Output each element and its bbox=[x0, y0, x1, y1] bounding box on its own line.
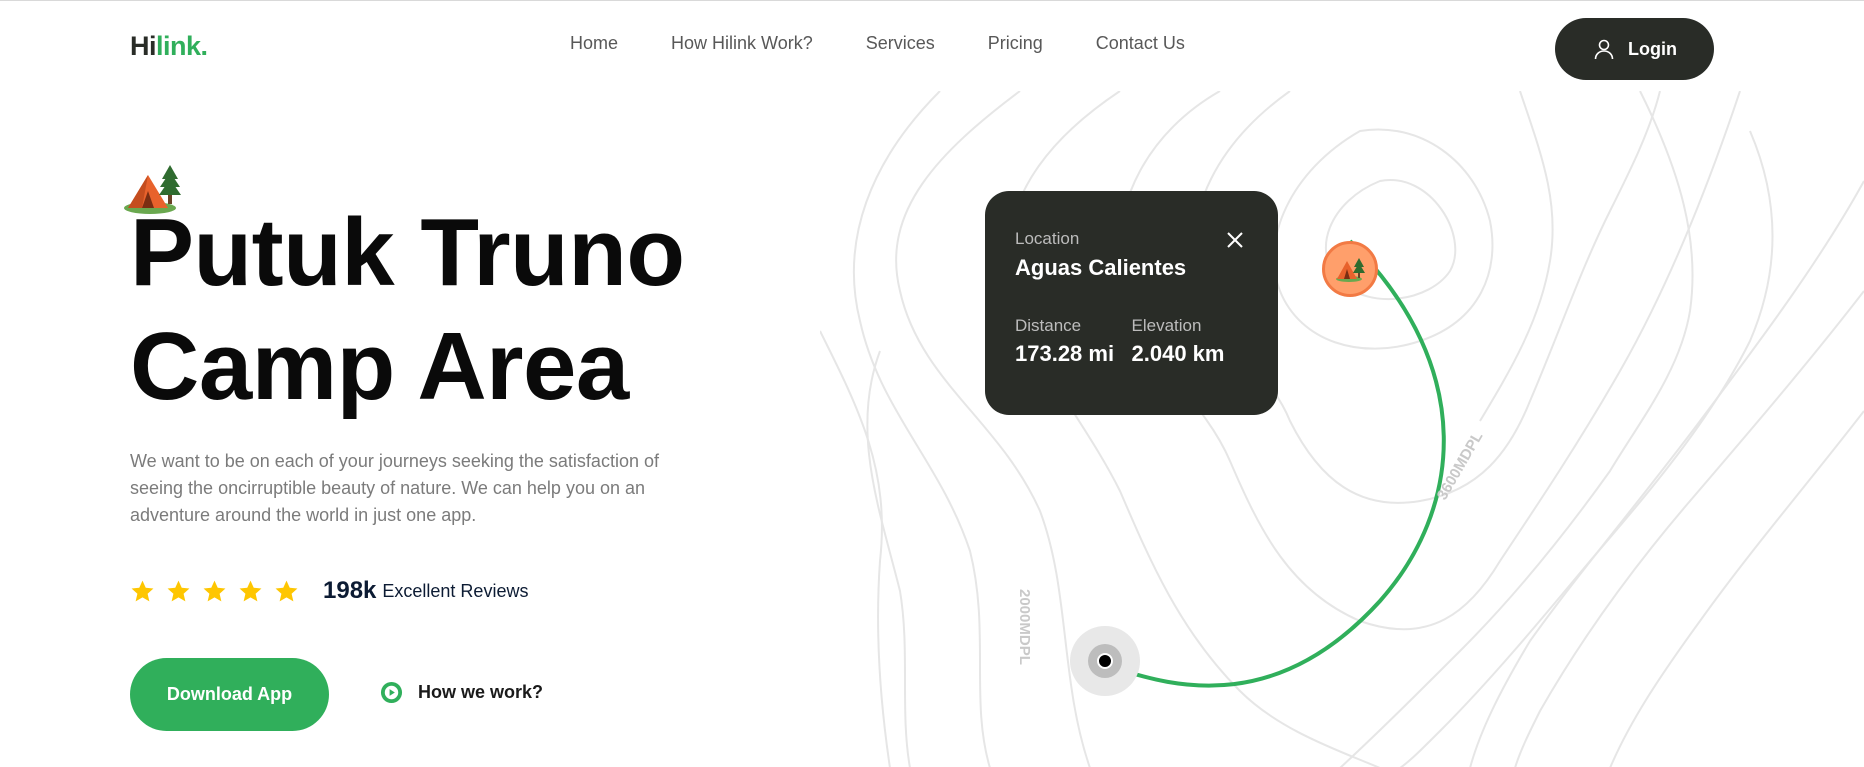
contour-line bbox=[1609, 410, 1864, 767]
star-icon bbox=[239, 580, 262, 601]
nav-link-home[interactable]: Home bbox=[570, 33, 618, 54]
login-button[interactable]: Login bbox=[1555, 18, 1714, 80]
distance-value: 173.28 mi bbox=[1015, 341, 1115, 366]
how-we-work-label: How we work? bbox=[418, 682, 544, 702]
how-we-work-link[interactable]: How we work? bbox=[380, 681, 543, 704]
nav-link-services[interactable]: Services bbox=[866, 33, 935, 54]
hero-title: Putuk Truno Camp Area bbox=[130, 196, 685, 424]
nav-link-how-it-works[interactable]: How Hilink Work? bbox=[671, 33, 813, 54]
contour-line bbox=[1399, 130, 1774, 767]
star-icon bbox=[131, 580, 154, 601]
location-value: Aguas Calientes bbox=[1015, 255, 1187, 280]
elevation-value: 2.040 km bbox=[1131, 341, 1225, 366]
star-icon bbox=[167, 580, 190, 601]
contour-line bbox=[820, 330, 891, 767]
star-icon bbox=[203, 580, 226, 601]
review-text: Excellent Reviews bbox=[382, 580, 529, 601]
rating-row: 198k Excellent Reviews bbox=[130, 577, 528, 605]
user-icon bbox=[1594, 39, 1614, 60]
topographic-map: 2000MDPL 3600MDPL bbox=[820, 91, 1864, 767]
route-start-marker[interactable] bbox=[1070, 626, 1140, 696]
contour-line bbox=[866, 350, 911, 767]
play-icon bbox=[380, 681, 403, 704]
start-marker-ring bbox=[1088, 644, 1122, 678]
contour-line bbox=[853, 91, 991, 767]
nav-link-pricing[interactable]: Pricing bbox=[988, 33, 1043, 54]
hero-title-line-2: Camp Area bbox=[130, 313, 629, 420]
start-marker-dot bbox=[1097, 653, 1113, 669]
distance-label: Distance bbox=[1015, 316, 1082, 335]
close-icon[interactable] bbox=[1226, 231, 1244, 249]
download-app-button[interactable]: Download App bbox=[130, 658, 329, 731]
contour-line bbox=[1469, 180, 1864, 767]
star-icon bbox=[275, 580, 298, 601]
hero-title-line-1: Putuk Truno bbox=[130, 199, 685, 306]
location-label: Location bbox=[1015, 229, 1080, 248]
nav-link-contact[interactable]: Contact Us bbox=[1096, 33, 1185, 54]
camping-tent-icon bbox=[1336, 258, 1365, 282]
distance-stat: Distance 173.28 mi bbox=[1015, 316, 1132, 367]
contour-line bbox=[1272, 128, 1494, 350]
login-label: Login bbox=[1628, 38, 1677, 59]
review-count: 198k bbox=[323, 577, 377, 604]
destination-pin[interactable] bbox=[1322, 241, 1378, 297]
logo-accent-text: link. bbox=[156, 31, 208, 61]
contour-label-2000mdpl: 2000MDPL bbox=[1016, 589, 1033, 665]
star-rating bbox=[130, 579, 299, 604]
main-nav: Home How Hilink Work? Services Pricing C… bbox=[570, 33, 1185, 54]
location-info-card: Location Aguas Calientes Distance 173.28… bbox=[985, 191, 1278, 415]
elevation-stat: Elevation 2.040 km bbox=[1132, 316, 1249, 367]
elevation-label: Elevation bbox=[1131, 316, 1202, 335]
hero-description: We want to be on each of your journeys s… bbox=[130, 451, 659, 525]
logo-dark-text: Hi bbox=[130, 31, 157, 61]
landing-page: Hilink. Home How Hilink Work? Services P… bbox=[0, 0, 1864, 767]
logo[interactable]: Hilink. bbox=[130, 31, 208, 62]
info-stats-row: Distance 173.28 mi Elevation 2.040 km bbox=[1015, 316, 1248, 367]
